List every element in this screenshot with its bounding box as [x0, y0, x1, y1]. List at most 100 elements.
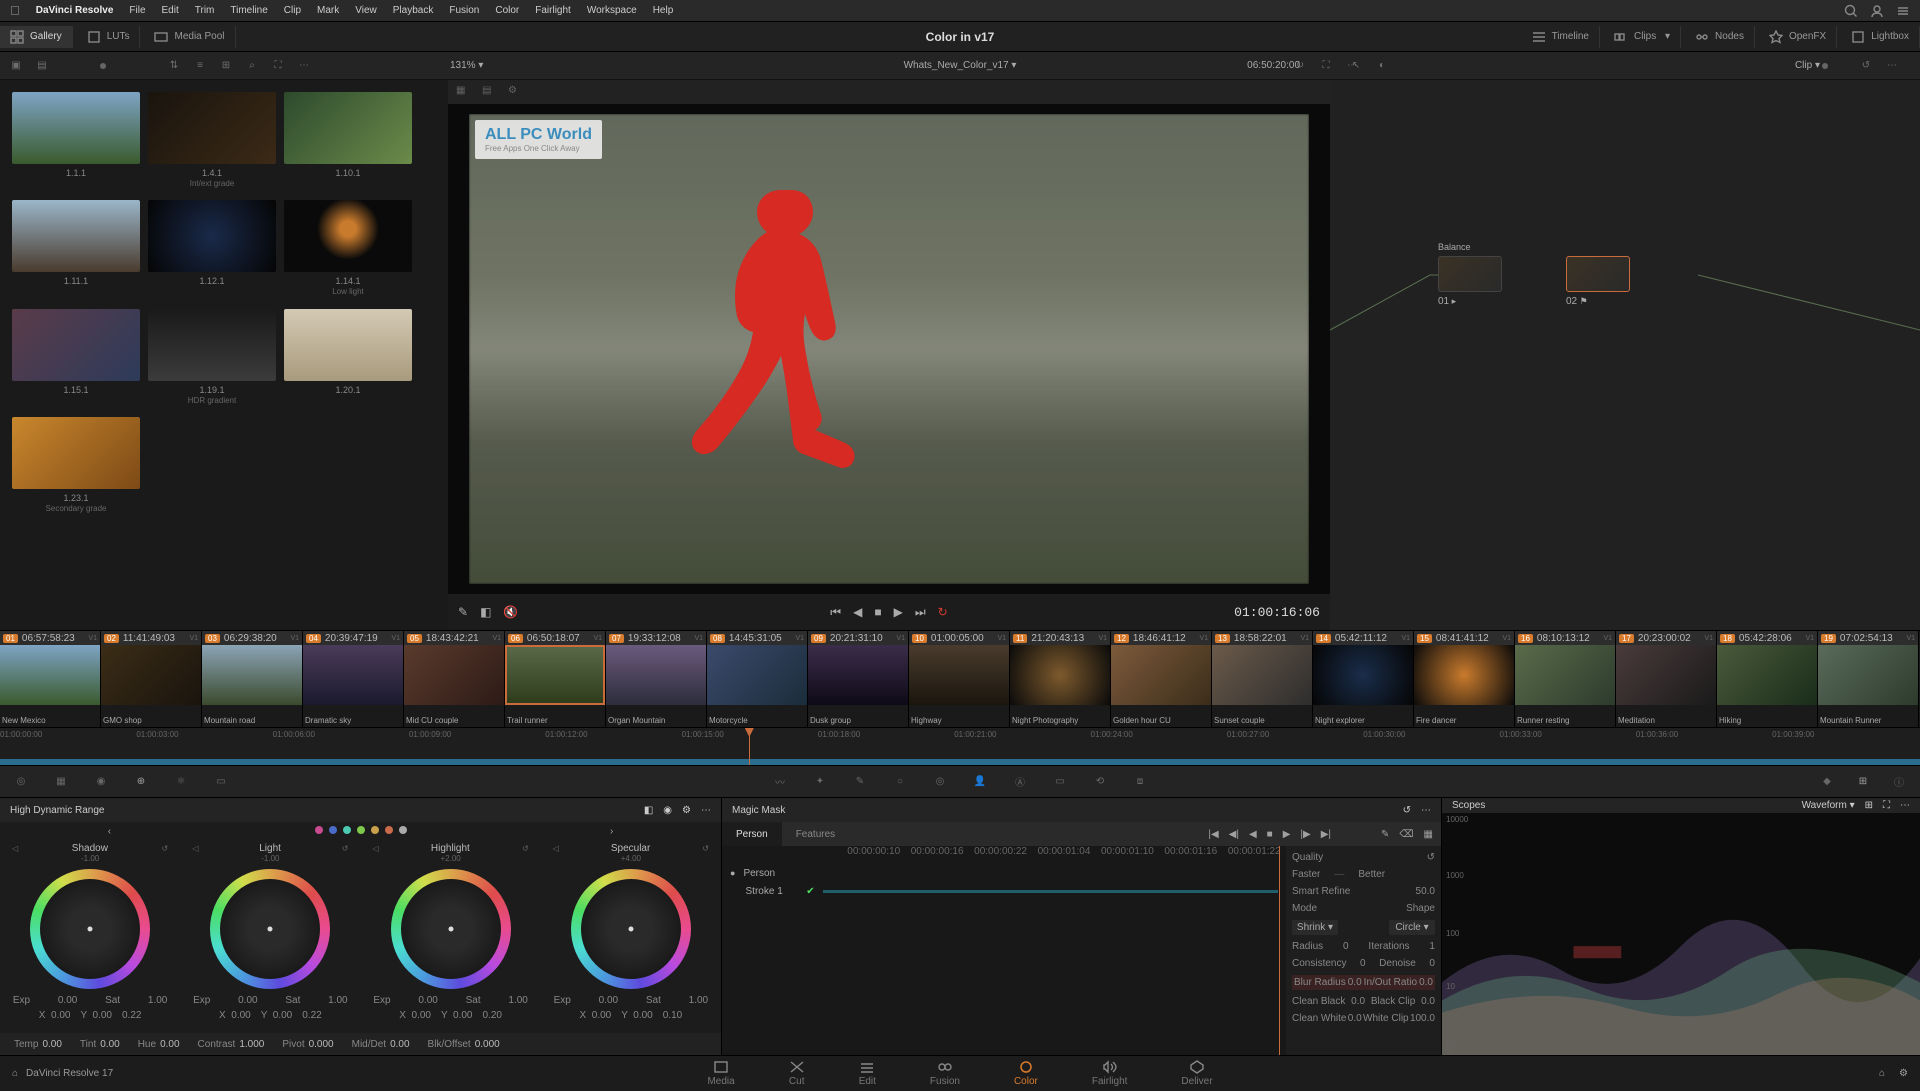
- clip-thumb[interactable]: 1508:41:41:12V1Fire dancer: [1414, 631, 1515, 727]
- still-export-icon[interactable]: ▤: [34, 58, 50, 74]
- mask-step-fwd-icon[interactable]: |▶: [1300, 829, 1310, 840]
- clips-toggle[interactable]: Clips ▾: [1604, 26, 1681, 48]
- curves-icon[interactable]: 〰: [771, 773, 789, 791]
- clip-thumb[interactable]: 0420:39:47:19V1Dramatic sky: [303, 631, 404, 727]
- gallery-thumb[interactable]: 1.15.1: [12, 309, 140, 405]
- clip-thumb[interactable]: 1318:58:22:01V1Sunset couple: [1212, 631, 1313, 727]
- keyframe-icon[interactable]: ◆: [1818, 773, 1836, 791]
- sort-icon[interactable]: ⇅: [166, 58, 182, 74]
- menu-file[interactable]: File: [129, 5, 145, 16]
- node-mode[interactable]: Clip ▾: [1795, 60, 1820, 71]
- clip-thumb[interactable]: 0306:29:38:20V1Mountain road: [202, 631, 303, 727]
- clip-thumb[interactable]: 0719:33:12:08V1Organ Mountain: [606, 631, 707, 727]
- search-icon[interactable]: ⌕: [244, 58, 260, 74]
- search-icon[interactable]: [1844, 4, 1858, 18]
- mask-more-icon[interactable]: ⋯: [1421, 805, 1431, 816]
- warper-icon[interactable]: ✦: [811, 773, 829, 791]
- menu-workspace[interactable]: Workspace: [587, 5, 637, 16]
- apple-icon[interactable]: : [10, 3, 20, 18]
- motion-icon[interactable]: ▭: [212, 773, 230, 791]
- timeline-toggle[interactable]: Timeline: [1522, 26, 1600, 48]
- mute-icon[interactable]: 🔇: [503, 605, 518, 619]
- more-icon[interactable]: ⋯: [296, 58, 312, 74]
- menu-fairlight[interactable]: Fairlight: [535, 5, 571, 16]
- gallery-tab[interactable]: Gallery: [0, 26, 73, 48]
- zone-dot[interactable]: [357, 826, 365, 834]
- play-button[interactable]: ▶: [894, 605, 903, 620]
- scope-mode[interactable]: Waveform ▾: [1802, 800, 1855, 811]
- timeline-track[interactable]: [0, 759, 1920, 765]
- iter-value[interactable]: 1: [1429, 941, 1435, 952]
- page-color[interactable]: Color: [1014, 1060, 1038, 1087]
- blur-value[interactable]: 0.0: [1348, 977, 1362, 988]
- mask-prev-key-icon[interactable]: |◀: [1208, 829, 1218, 840]
- cb-value[interactable]: 0.0: [1351, 996, 1365, 1007]
- mask-play-icon[interactable]: ▶: [1283, 829, 1291, 840]
- clip-thumb[interactable]: 1218:46:41:12V1Golden hour CU: [1111, 631, 1212, 727]
- hdr-opts-icon[interactable]: ⚙: [682, 805, 691, 816]
- wheel-next[interactable]: ›: [610, 826, 613, 837]
- clip-thumb[interactable]: 0211:41:49:03V1GMO shop: [101, 631, 202, 727]
- clip-thumb[interactable]: 0518:43:42:21V1Mid CU couple: [404, 631, 505, 727]
- clip-thumb[interactable]: 1405:42:11:12V1Night explorer: [1313, 631, 1414, 727]
- gallery-thumb[interactable]: 1.4.1Int/ext grade: [148, 92, 276, 188]
- magic-mask-icon[interactable]: 👤: [971, 773, 989, 791]
- still-grab-icon[interactable]: ▣: [8, 58, 24, 74]
- node-01[interactable]: [1438, 256, 1502, 292]
- zone-dot[interactable]: [329, 826, 337, 834]
- gallery-thumb[interactable]: 1.11.1: [12, 200, 140, 296]
- menu-help[interactable]: Help: [653, 5, 674, 16]
- mask-draw-icon[interactable]: ✎: [1381, 829, 1389, 840]
- mode-select[interactable]: Shrink ▾: [1292, 920, 1338, 935]
- mask-stop-icon[interactable]: ■: [1267, 829, 1273, 840]
- gallery-thumb[interactable]: 1.1.1: [12, 92, 140, 188]
- node-graph[interactable]: Balance 01 ▸ 02 ⚑: [1330, 80, 1920, 630]
- list-view-icon[interactable]: ≡: [192, 58, 208, 74]
- smart-refine-value[interactable]: 50.0: [1416, 886, 1435, 897]
- mask-erase-icon[interactable]: ⌫: [1399, 829, 1413, 840]
- shape-select[interactable]: Circle ▾: [1389, 920, 1435, 935]
- gallery-thumb[interactable]: 1.14.1Low light: [284, 200, 412, 296]
- page-cut[interactable]: Cut: [789, 1060, 805, 1087]
- radius-value[interactable]: 0: [1343, 941, 1349, 952]
- menu-trim[interactable]: Trim: [195, 5, 215, 16]
- viewer-mode-a-icon[interactable]: ▦: [456, 85, 470, 99]
- key-icon[interactable]: ▭: [1051, 773, 1069, 791]
- zone-dot[interactable]: [371, 826, 379, 834]
- gallery-thumb[interactable]: 1.10.1: [284, 92, 412, 188]
- clip-thumb[interactable]: 1121:20:43:13V1Night Photography: [1010, 631, 1111, 727]
- clip-thumb[interactable]: 1720:23:00:02V1Meditation: [1616, 631, 1717, 727]
- mask-next-key-icon[interactable]: ▶|: [1321, 829, 1331, 840]
- marker-dot[interactable]: [100, 63, 106, 69]
- scope-layout-icon[interactable]: ⊞: [1865, 800, 1873, 811]
- window-icon[interactable]: ○: [891, 773, 909, 791]
- scope-expand-icon[interactable]: ⛶: [1883, 800, 1890, 811]
- hdr-wheel[interactable]: ◁Shadow↺ -1.00 Exp0.00Sat1.00 X 0.00Y 0.…: [0, 839, 180, 1033]
- menu-playback[interactable]: Playback: [393, 5, 434, 16]
- wc-value[interactable]: 100.0: [1410, 1013, 1435, 1024]
- gallery-thumb[interactable]: 1.23.1Secondary grade: [12, 417, 140, 513]
- hdr-wheel[interactable]: ◁Light↺ -1.00 Exp0.00Sat1.00 X 0.00Y 0.0…: [180, 839, 360, 1033]
- mask-tab-person[interactable]: Person: [722, 822, 782, 846]
- scope-more-icon[interactable]: ⋯: [1900, 800, 1910, 811]
- clip-thumb[interactable]: 1805:42:28:06V1Hiking: [1717, 631, 1818, 727]
- mask-row-person[interactable]: ● Person: [722, 864, 1286, 882]
- page-edit[interactable]: Edit: [859, 1060, 876, 1087]
- node-dot[interactable]: [1822, 63, 1828, 69]
- page-fusion[interactable]: Fusion: [930, 1060, 960, 1087]
- camera-raw-icon[interactable]: ◎: [12, 773, 30, 791]
- clip-thumb[interactable]: 0606:50:18:07V1Trail runner: [505, 631, 606, 727]
- zone-dot[interactable]: [399, 826, 407, 834]
- clip-thumb[interactable]: 0106:57:58:23V1New Mexico: [0, 631, 101, 727]
- app-name[interactable]: DaVinci Resolve: [36, 5, 114, 16]
- menu-mark[interactable]: Mark: [317, 5, 339, 16]
- hdr-icon[interactable]: ⊕: [132, 773, 150, 791]
- clip-timeline[interactable]: 0106:57:58:23V1New Mexico0211:41:49:03V1…: [0, 630, 1920, 728]
- color-match-icon[interactable]: ▦: [52, 773, 70, 791]
- viewer-mode-c-icon[interactable]: ⚙: [508, 85, 522, 99]
- user-icon[interactable]: [1870, 4, 1884, 18]
- sync-icon[interactable]: ↻: [1292, 58, 1308, 74]
- zone-dot[interactable]: [315, 826, 323, 834]
- menu-clip[interactable]: Clip: [284, 5, 301, 16]
- mask-rev-icon[interactable]: ◀: [1249, 829, 1257, 840]
